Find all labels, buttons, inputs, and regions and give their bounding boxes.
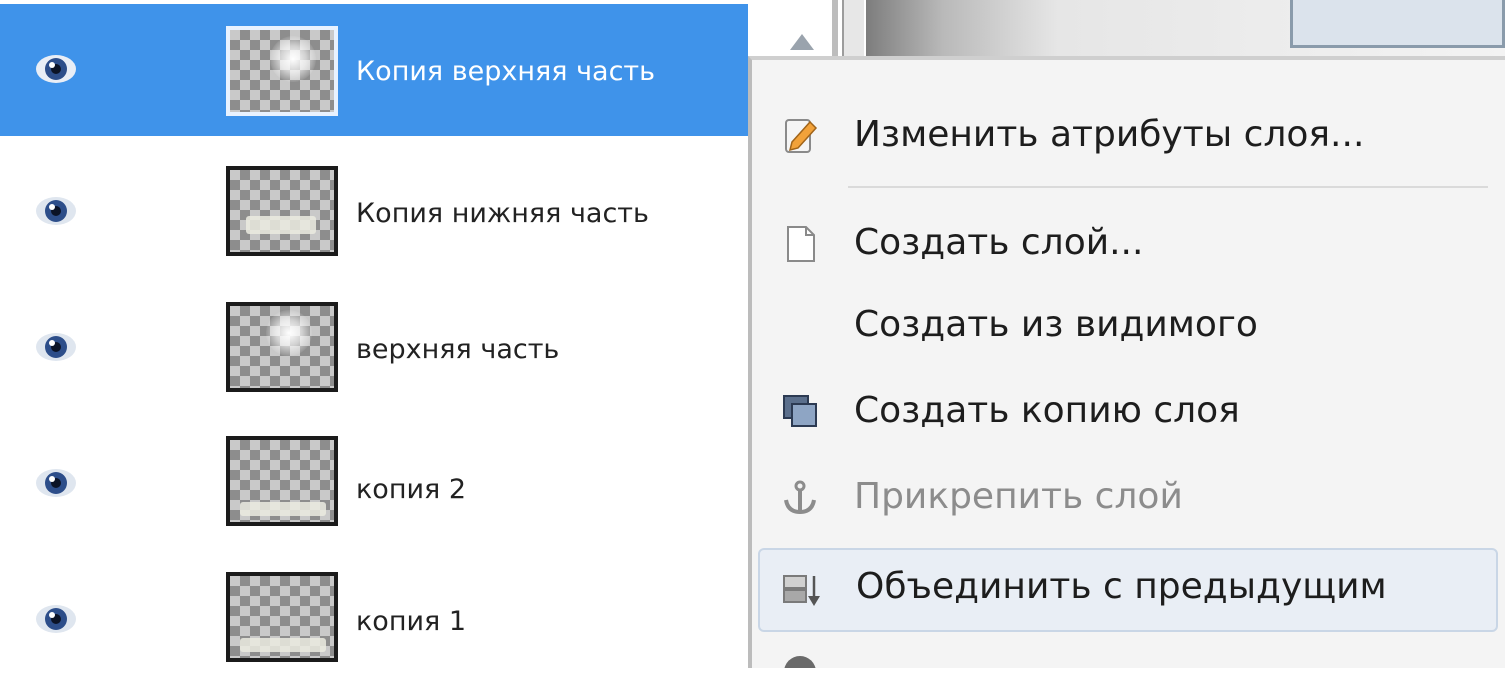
layers-panel: Копия верхняя часть Копия нижняя часть в… xyxy=(0,0,748,668)
layer-name: Копия верхняя часть xyxy=(356,56,656,87)
layer-name: копия 1 xyxy=(356,606,467,637)
layer-thumbnail xyxy=(226,302,338,392)
pencil-icon xyxy=(785,119,818,153)
scrollbar[interactable] xyxy=(842,0,864,56)
menu-item-label: Создать копию слоя xyxy=(854,390,1240,431)
layer-row[interactable]: копия 1 xyxy=(0,548,748,680)
eye-icon[interactable] xyxy=(30,464,82,502)
layer-icon xyxy=(784,656,816,668)
menu-item-new-from-visible[interactable]: Создать из видимого xyxy=(758,292,1498,372)
eye-icon[interactable] xyxy=(30,192,82,230)
layer-row[interactable]: копия 2 xyxy=(0,412,748,544)
menu-item-edit-attributes[interactable]: Изменить атрибуты слоя... xyxy=(758,98,1498,178)
layer-name: Копия нижняя часть xyxy=(356,198,649,229)
layer-name: копия 2 xyxy=(356,474,467,505)
menu-item-label: Объединить с предыдущим xyxy=(856,566,1387,607)
layer-row[interactable]: Копия нижняя часть xyxy=(0,140,748,272)
scroll-up-arrow-icon[interactable] xyxy=(786,30,818,54)
layer-thumbnail xyxy=(226,436,338,526)
layer-name: верхняя часть xyxy=(356,334,560,365)
menu-item-anchor-layer: Прикрепить слой xyxy=(758,460,1498,540)
anchor-icon xyxy=(784,480,816,515)
menu-item-label: Создать из видимого xyxy=(854,304,1258,345)
layer-thumbnail xyxy=(226,572,338,662)
menu-item-partial[interactable] xyxy=(758,644,1498,668)
eye-icon[interactable] xyxy=(30,50,82,88)
menu-item-label: Изменить атрибуты слоя... xyxy=(854,114,1365,155)
menu-separator xyxy=(848,186,1488,188)
layer-row[interactable]: верхняя часть xyxy=(0,276,748,408)
menu-item-merge-down[interactable]: Объединить с предыдущим xyxy=(758,548,1498,632)
layer-thumbnail xyxy=(226,26,338,116)
layer-thumbnail xyxy=(226,166,338,256)
context-menu: Изменить атрибуты слоя... Создать слой..… xyxy=(748,56,1505,668)
menu-item-duplicate-layer[interactable]: Создать копию слоя xyxy=(758,374,1498,454)
layer-row[interactable]: Копия верхняя часть xyxy=(0,4,748,136)
merge-down-icon xyxy=(783,575,820,606)
menu-item-label: Прикрепить слой xyxy=(854,476,1183,517)
canvas-frame xyxy=(1290,0,1505,48)
duplicate-layer-icon xyxy=(783,395,817,427)
new-page-icon xyxy=(787,226,815,262)
menu-item-label: Создать слой... xyxy=(854,222,1144,263)
divider xyxy=(832,0,838,56)
eye-icon[interactable] xyxy=(30,600,82,638)
eye-icon[interactable] xyxy=(30,328,82,366)
menu-item-new-layer[interactable]: Создать слой... xyxy=(758,206,1498,286)
